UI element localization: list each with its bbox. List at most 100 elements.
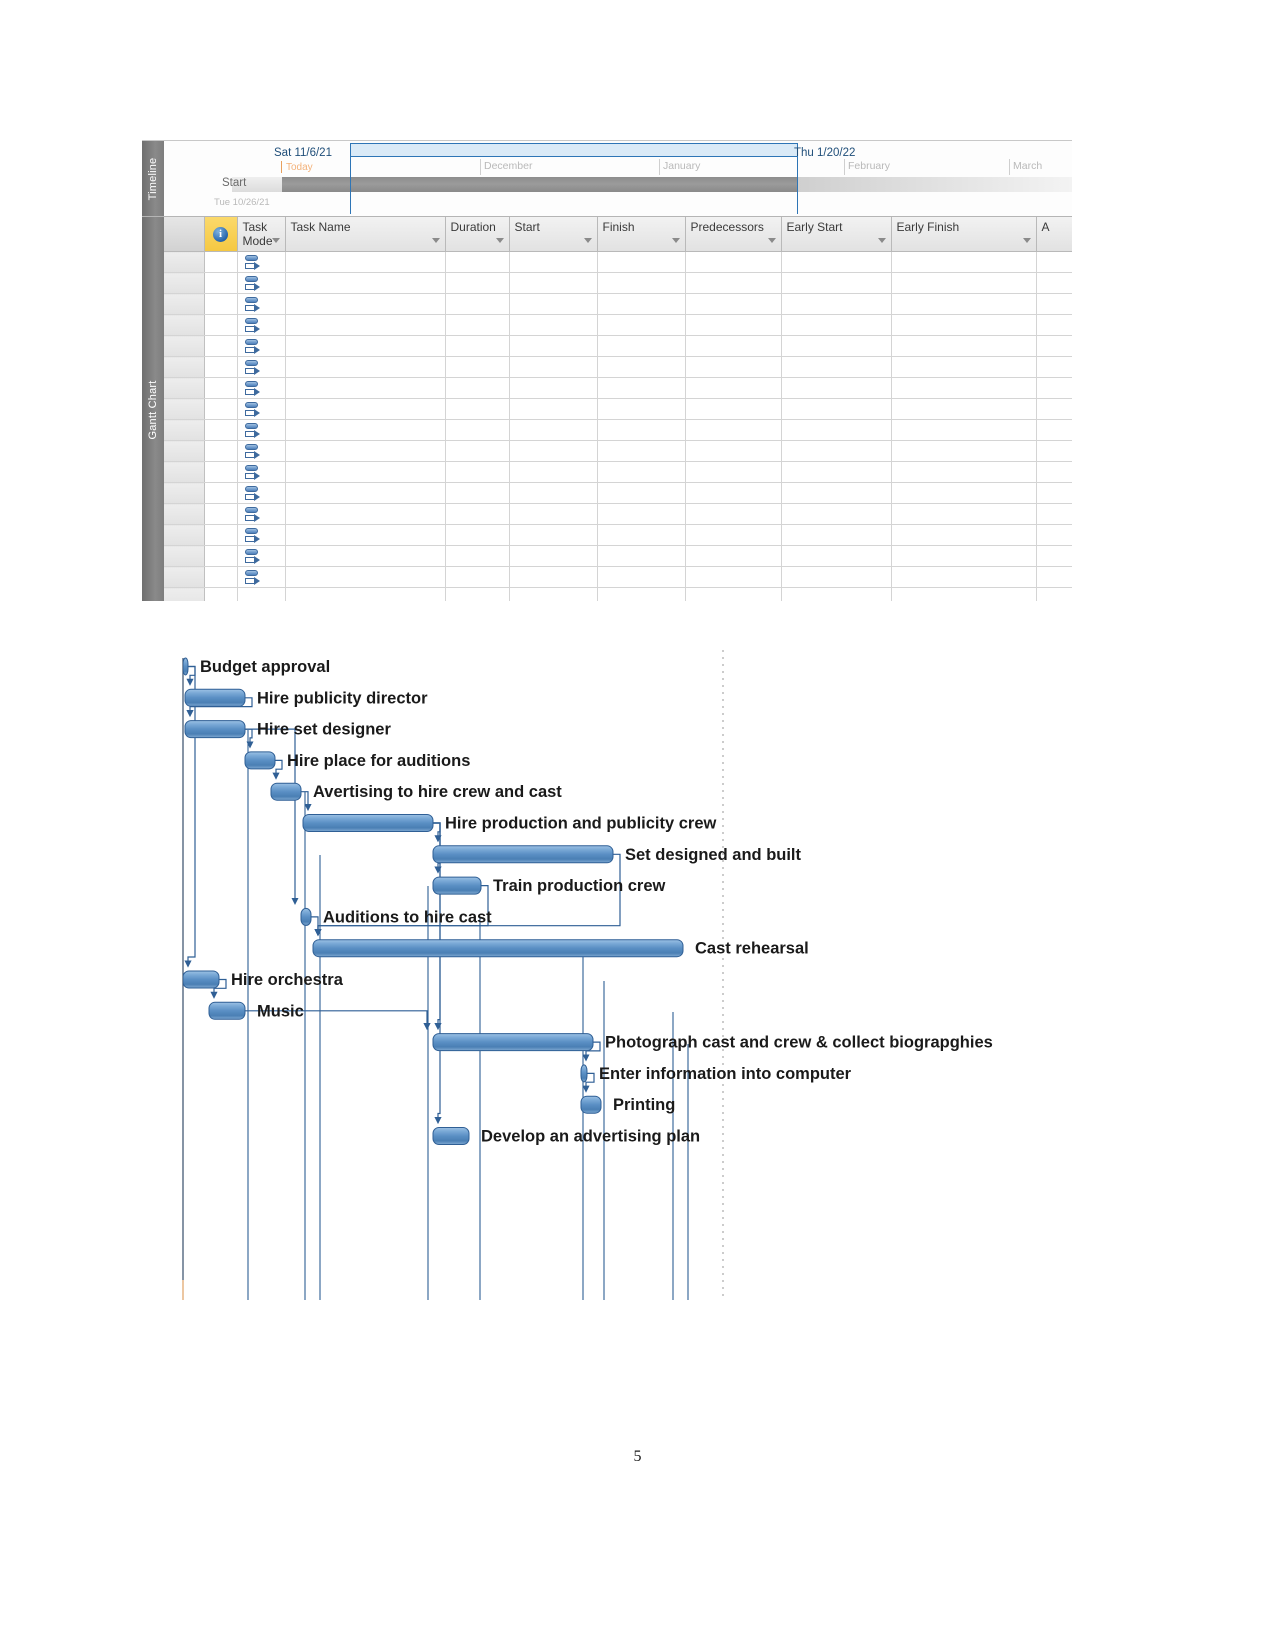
row-early-start[interactable]: [780, 440, 892, 462]
task-mode-auto-icon[interactable]: [244, 486, 260, 502]
row-next-partial[interactable]: [1035, 251, 1072, 273]
row-predecessors[interactable]: [684, 377, 782, 399]
row-start[interactable]: [508, 251, 598, 273]
row-early-finish[interactable]: [890, 335, 1037, 357]
row-duration[interactable]: [444, 293, 510, 315]
row-early-finish[interactable]: [890, 251, 1037, 273]
table-row[interactable]: [164, 335, 1072, 357]
col-header-task-name[interactable]: Task Name: [284, 217, 446, 252]
gantt-bar[interactable]: [432, 845, 614, 864]
row-predecessors[interactable]: [684, 440, 782, 462]
row-predecessors[interactable]: [684, 272, 782, 294]
row-duration[interactable]: [444, 503, 510, 525]
row-next-partial[interactable]: [1035, 440, 1072, 462]
row-duration[interactable]: [444, 398, 510, 420]
chevron-down-icon[interactable]: [431, 238, 440, 243]
row-task-name[interactable]: [284, 524, 446, 546]
row-task-mode-cell[interactable]: [236, 566, 286, 588]
row-next-partial[interactable]: [1035, 356, 1072, 378]
table-row[interactable]: [164, 524, 1072, 546]
table-row[interactable]: [164, 251, 1072, 273]
col-header-early-start[interactable]: Early Start: [780, 217, 892, 252]
row-start[interactable]: [508, 440, 598, 462]
row-task-mode-cell[interactable]: [236, 293, 286, 315]
row-task-name[interactable]: [284, 545, 446, 567]
table-row[interactable]: [164, 398, 1072, 420]
row-indicator-cell[interactable]: [203, 440, 238, 462]
row-duration[interactable]: [444, 419, 510, 441]
row-predecessors[interactable]: [684, 335, 782, 357]
row-early-finish[interactable]: [890, 461, 1037, 483]
row-duration[interactable]: [444, 482, 510, 504]
row-finish[interactable]: [596, 482, 686, 504]
timeline-pan-left-edge[interactable]: [350, 157, 351, 214]
col-header-duration[interactable]: Duration: [444, 217, 510, 252]
row-task-name[interactable]: [284, 251, 446, 273]
row-task-name[interactable]: [284, 293, 446, 315]
row-number[interactable]: [164, 377, 205, 399]
row-early-start[interactable]: [780, 335, 892, 357]
row-task-mode-cell[interactable]: [236, 251, 286, 273]
task-mode-auto-icon[interactable]: [244, 402, 260, 418]
task-table-scroll[interactable]: i Task Mode Task Name Duration Start Fin…: [164, 217, 1072, 601]
row-early-finish[interactable]: [890, 482, 1037, 504]
row-next-partial[interactable]: [1035, 524, 1072, 546]
row-start[interactable]: [508, 398, 598, 420]
row-predecessors[interactable]: [684, 251, 782, 273]
row-early-start[interactable]: [780, 503, 892, 525]
task-mode-auto-icon[interactable]: [244, 507, 260, 523]
gantt-bar[interactable]: [300, 907, 312, 926]
row-indicator-cell[interactable]: [203, 356, 238, 378]
row-indicator-cell[interactable]: [203, 251, 238, 273]
row-task-name[interactable]: [284, 377, 446, 399]
gantt-bar[interactable]: [244, 751, 276, 770]
row-next-partial[interactable]: [1035, 419, 1072, 441]
timeline-pan-right-edge[interactable]: [797, 157, 798, 214]
row-predecessors[interactable]: [684, 419, 782, 441]
row-task-mode-cell[interactable]: [236, 524, 286, 546]
row-duration[interactable]: [444, 545, 510, 567]
gantt-bar[interactable]: [184, 720, 246, 739]
chevron-down-icon[interactable]: [877, 238, 886, 243]
gantt-bar[interactable]: [208, 1001, 246, 1020]
row-task-mode-cell[interactable]: [236, 314, 286, 336]
gantt-bar[interactable]: [432, 1033, 594, 1052]
row-task-mode-cell[interactable]: [236, 440, 286, 462]
row-indicator-cell[interactable]: [203, 461, 238, 483]
row-start[interactable]: [508, 293, 598, 315]
row-duration[interactable]: [444, 314, 510, 336]
row-indicator-cell[interactable]: [203, 566, 238, 588]
chevron-down-icon[interactable]: [671, 238, 680, 243]
row-predecessors[interactable]: [684, 524, 782, 546]
row-number[interactable]: [164, 482, 205, 504]
gantt-bar[interactable]: [270, 782, 302, 801]
row-finish[interactable]: [596, 356, 686, 378]
table-row[interactable]: [164, 482, 1072, 504]
row-number[interactable]: [164, 440, 205, 462]
row-next-partial[interactable]: [1035, 503, 1072, 525]
row-early-start[interactable]: [780, 314, 892, 336]
row-early-finish[interactable]: [890, 356, 1037, 378]
row-number[interactable]: [164, 398, 205, 420]
row-early-start[interactable]: [780, 524, 892, 546]
row-number[interactable]: [164, 461, 205, 483]
row-duration[interactable]: [444, 440, 510, 462]
row-task-name[interactable]: [284, 356, 446, 378]
row-task-mode-cell[interactable]: [236, 398, 286, 420]
task-mode-auto-icon[interactable]: [244, 381, 260, 397]
col-header-finish[interactable]: Finish: [596, 217, 686, 252]
row-task-name[interactable]: [284, 482, 446, 504]
row-finish[interactable]: [596, 524, 686, 546]
row-early-start[interactable]: [780, 545, 892, 567]
table-row[interactable]: [164, 545, 1072, 567]
row-finish[interactable]: [596, 503, 686, 525]
row-task-mode-cell[interactable]: [236, 482, 286, 504]
row-next-partial[interactable]: [1035, 377, 1072, 399]
task-mode-auto-icon[interactable]: [244, 570, 260, 586]
row-task-name[interactable]: [284, 419, 446, 441]
row-task-name[interactable]: [284, 461, 446, 483]
row-early-start[interactable]: [780, 419, 892, 441]
row-early-finish[interactable]: [890, 377, 1037, 399]
row-early-finish[interactable]: [890, 272, 1037, 294]
row-number[interactable]: [164, 419, 205, 441]
